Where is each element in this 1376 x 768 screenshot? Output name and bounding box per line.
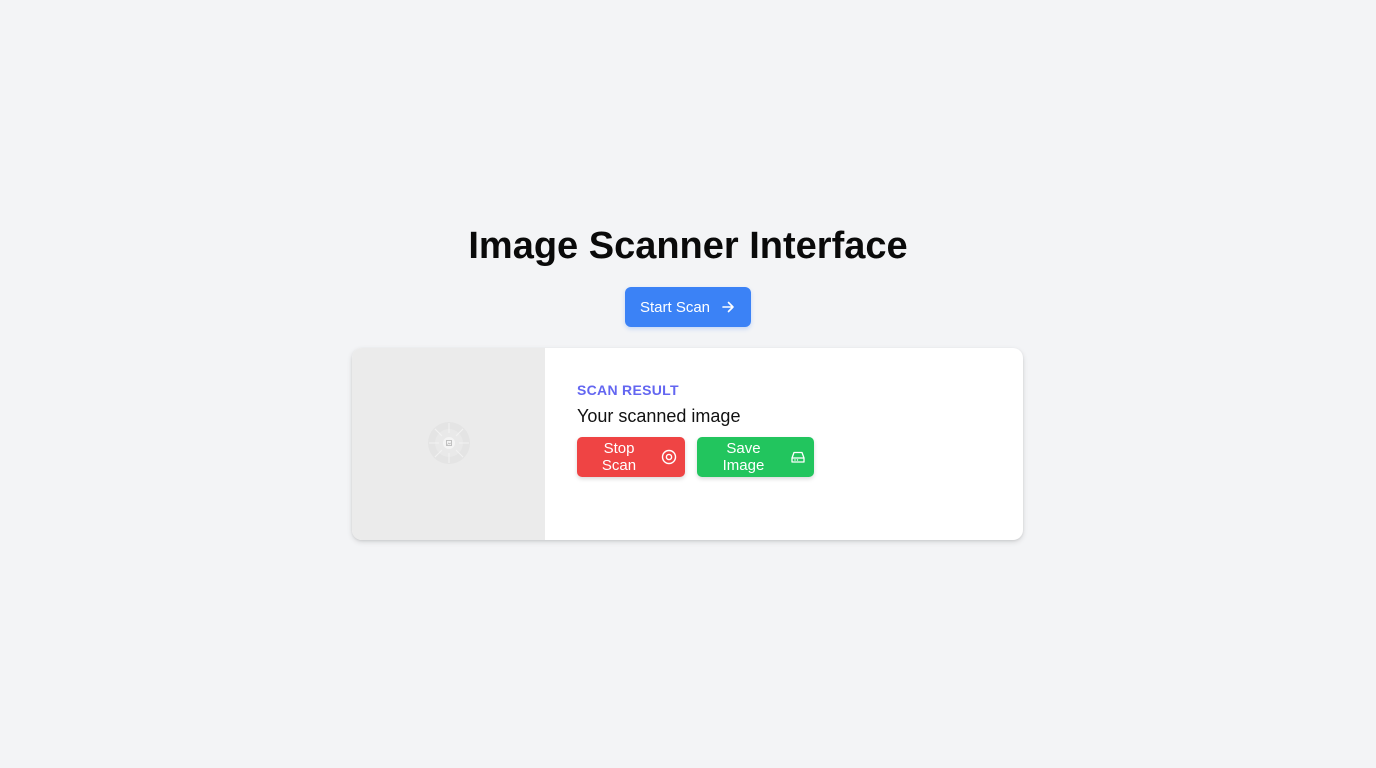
start-scan-label: Start Scan — [639, 298, 711, 316]
save-image-button[interactable]: Save Image — [697, 437, 814, 477]
scan-result-subtitle: Your scanned image — [577, 406, 741, 426]
loading-spinner-icon — [428, 422, 470, 464]
scan-result-details: SCAN RESULT Your scanned image Stop Scan… — [545, 348, 1023, 540]
scan-result-label: SCAN RESULT — [577, 382, 679, 398]
arrow-right-icon — [720, 299, 736, 315]
stop-scan-label: Stop Scan — [601, 440, 637, 474]
save-image-label: Save Image — [722, 440, 765, 474]
scan-actions: Stop Scan Save Image — [577, 437, 1023, 477]
stop-scan-button[interactable]: Stop Scan — [577, 437, 685, 477]
hard-drive-icon — [790, 449, 806, 465]
start-scan-button[interactable]: Start Scan — [625, 287, 751, 327]
page-title: Image Scanner Interface — [468, 225, 908, 267]
page: Image Scanner Interface Start Scan SCAN … — [0, 0, 1376, 768]
stop-circle-icon — [661, 449, 677, 465]
scanned-image-placeholder — [352, 348, 545, 540]
scan-result-card: SCAN RESULT Your scanned image Stop Scan… — [352, 348, 1023, 540]
